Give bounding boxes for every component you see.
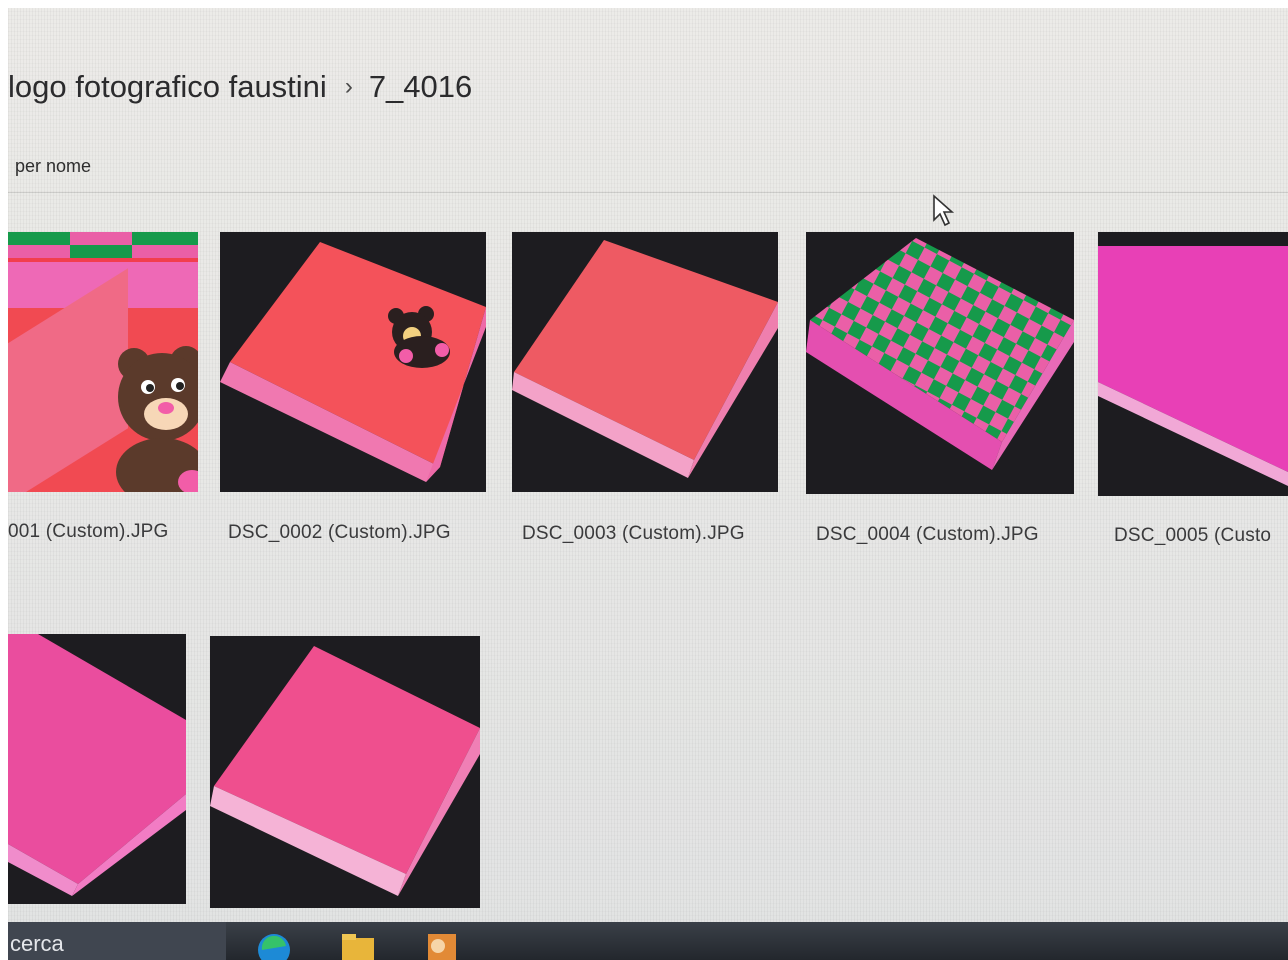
thumbnail[interactable] (220, 232, 486, 492)
thumbnail[interactable] (210, 636, 480, 908)
mouse-cursor-icon (933, 194, 955, 227)
file-explorer-window: logo fotografico faustini › 7_4016 per n… (8, 8, 1288, 960)
taskbar: cerca (8, 922, 1288, 960)
thumbnail[interactable] (512, 232, 778, 492)
outlook-icon[interactable] (422, 928, 462, 960)
file-name[interactable]: DSC_0005 (Custo (1114, 525, 1271, 547)
file-name[interactable]: 001 (Custom).JPG (8, 521, 169, 543)
thumbnail[interactable] (806, 232, 1074, 494)
thumbnail[interactable] (8, 634, 186, 904)
breadcrumb-separator-icon: › (344, 73, 353, 100)
file-name[interactable]: DSC_0002 (Custom).JPG (228, 522, 451, 544)
header-divider (8, 192, 1288, 193)
checker-strip (8, 232, 198, 258)
edge-icon[interactable] (254, 928, 294, 960)
breadcrumb: logo fotografico faustini › 7_4016 (8, 64, 472, 110)
taskbar-search-box[interactable]: cerca (8, 922, 226, 960)
file-name[interactable]: DSC_0003 (Custom).JPG (522, 523, 745, 545)
thumbnail[interactable] (1098, 232, 1288, 496)
breadcrumb-parent[interactable]: logo fotografico faustini (8, 69, 327, 105)
bear-icon (116, 346, 198, 492)
thumbnail[interactable] (8, 232, 198, 492)
breadcrumb-current[interactable]: 7_4016 (369, 69, 472, 105)
file-name[interactable]: DSC_0004 (Custom).JPG (816, 524, 1039, 546)
folder-icon[interactable] (338, 928, 378, 960)
sort-by-name-header[interactable]: per nome (15, 156, 91, 177)
